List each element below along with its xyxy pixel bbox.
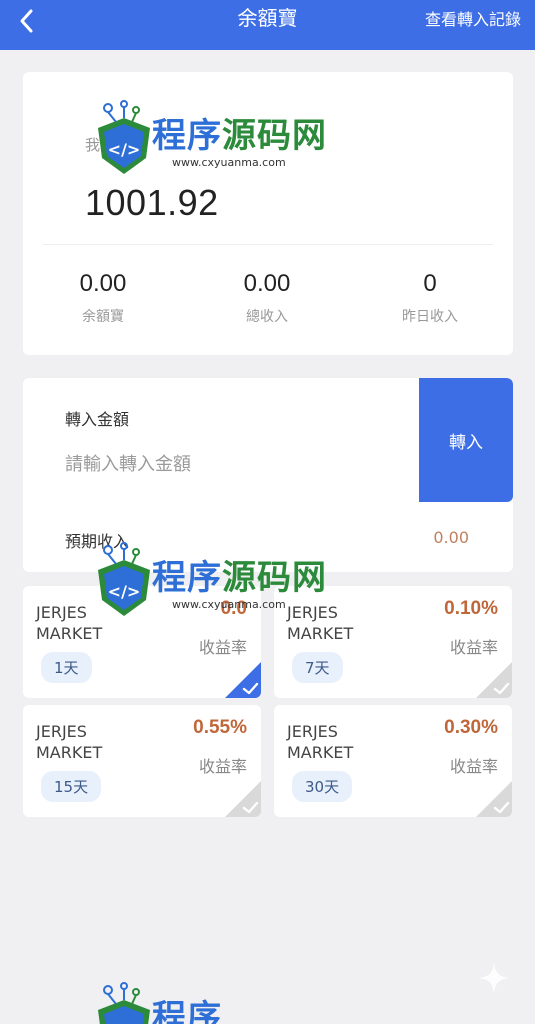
plan-rate: 0.10% — [444, 598, 498, 619]
stat-label: 余額寶 — [82, 309, 124, 325]
unselected-check-icon — [476, 662, 512, 698]
plan-rate-label: 收益率 — [198, 757, 247, 776]
plan-name: JERJES MARKET — [287, 722, 354, 762]
stat-label: 昨日收入 — [402, 309, 458, 325]
expected-income-label: 預期收入 — [65, 532, 130, 551]
shield-logo-icon — [98, 982, 150, 1024]
amount-label: 轉入金額 — [65, 410, 130, 429]
stat-total-income: 0.00 總收入 — [197, 270, 337, 326]
plan-rate-label: 收益率 — [449, 638, 498, 657]
unselected-check-icon — [476, 781, 512, 817]
plan-days-badge: 1天 — [41, 652, 92, 683]
asset-value: 1001.92 — [85, 182, 219, 223]
top-bar: 余額寶 查看轉入記錄 — [0, 0, 535, 50]
selected-check-icon — [225, 662, 261, 698]
plan-name: JERJES MARKET — [287, 603, 354, 643]
stat-value: 0.00 — [243, 270, 291, 297]
plan-days-badge: 7天 — [292, 652, 343, 683]
plan-rate: 0.55% — [193, 717, 247, 738]
expected-income-value: 0.00 — [433, 528, 469, 547]
amount-input[interactable] — [65, 448, 405, 480]
plan-days-badge: 30天 — [292, 771, 353, 802]
stat-value: 0.00 — [79, 270, 127, 297]
asset-label: 我的資產 — [85, 136, 146, 154]
transfer-card: 轉入金額 轉入 預期收入 0.00 — [23, 378, 513, 572]
plan-card-15-day[interactable]: JERJES MARKET 0.55% 收益率 15天 — [23, 705, 261, 817]
plan-rate-label: 收益率 — [198, 638, 247, 657]
plan-card-30-day[interactable]: JERJES MARKET 0.30% 收益率 30天 — [274, 705, 512, 817]
plan-rate-label: 收益率 — [449, 757, 498, 776]
plan-rate: 0.0 — [220, 598, 247, 619]
plan-name: JERJES MARKET — [36, 603, 103, 643]
stat-yesterday-income: 0 昨日收入 — [360, 270, 500, 326]
transfer-in-button[interactable]: 轉入 — [419, 378, 513, 502]
watermark-text: 程序 — [152, 998, 222, 1024]
stat-label: 總收入 — [246, 309, 288, 325]
watermark-logo: 程序 — [94, 982, 354, 1024]
plan-days-badge: 15天 — [41, 771, 102, 802]
plan-rate: 0.30% — [444, 717, 498, 738]
stat-value: 0 — [423, 270, 437, 297]
plan-card-1-day[interactable]: JERJES MARKET 0.0 收益率 1天 — [23, 586, 261, 698]
sparkle-icon — [478, 962, 510, 994]
unselected-check-icon — [225, 781, 261, 817]
balance-card: 我的資產 1001.92 0.00 余額寶 0.00 總收入 0 昨日收入 — [23, 72, 513, 355]
plan-card-7-day[interactable]: JERJES MARKET 0.10% 收益率 7天 — [274, 586, 512, 698]
plan-name: JERJES MARKET — [36, 722, 103, 762]
divider — [43, 244, 493, 245]
transfer-records-link[interactable]: 查看轉入記錄 — [425, 8, 521, 32]
stat-balance: 0.00 余額寶 — [33, 270, 173, 326]
